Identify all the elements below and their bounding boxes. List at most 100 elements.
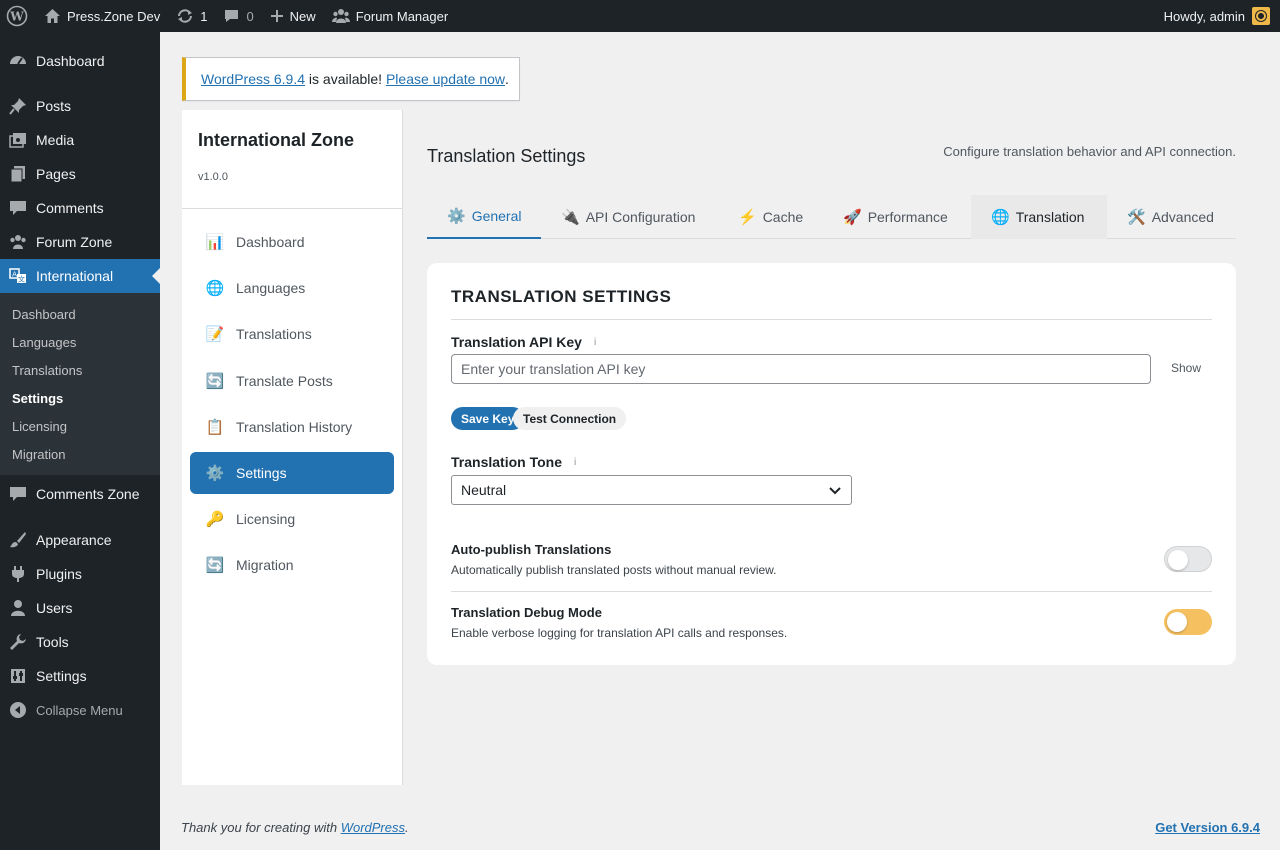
update-notice: WordPress 6.9.4 is available! Please upd… — [182, 57, 520, 101]
svg-text:A: A — [12, 271, 17, 279]
plugin-nav-label: Licensing — [236, 511, 296, 527]
plugin-nav-label: Translations — [236, 326, 312, 342]
plugin-nav-licensing[interactable]: 🔑 Licensing — [190, 498, 394, 540]
info-icon[interactable]: i — [594, 337, 596, 348]
my-account-link[interactable]: Howdy, admin — [1164, 7, 1280, 25]
tab-general[interactable]: ⚙️ General — [427, 195, 541, 239]
collapse-menu-button[interactable]: Collapse Menu — [0, 693, 160, 727]
plugin-brand: International Zone v1.0.0 — [182, 110, 402, 209]
pages-icon — [9, 165, 27, 183]
menu-international[interactable]: A文 International — [0, 259, 160, 293]
submenu-languages[interactable]: Languages — [0, 328, 160, 356]
menu-pages[interactable]: Pages — [0, 157, 160, 191]
menu-dashboard[interactable]: Dashboard — [0, 44, 160, 78]
menu-posts[interactable]: Posts — [0, 89, 160, 123]
brush-icon — [9, 531, 27, 549]
plugin-nav: International Zone v1.0.0 📊 Dashboard 🌐 … — [182, 110, 403, 785]
menu-forum-zone[interactable]: Forum Zone — [0, 225, 160, 259]
get-version-link[interactable]: Get Version 6.9.4 — [1155, 820, 1260, 835]
autopublish-row: Auto-publish Translations Automatically … — [451, 542, 1212, 577]
info-icon[interactable]: i — [574, 457, 576, 468]
tone-label-text: Translation Tone — [451, 454, 562, 470]
dashboard-icon — [9, 52, 27, 70]
tab-label: API Configuration — [585, 209, 696, 225]
notice-end: . — [505, 71, 509, 87]
site-name: Press.Zone Dev — [67, 8, 161, 24]
menu-label: Appearance — [36, 532, 112, 548]
update-now-link[interactable]: Please update now — [386, 71, 505, 87]
tab-label: Cache — [762, 209, 804, 225]
submenu-translations[interactable]: Translations — [0, 356, 160, 384]
translation-icon: A文 — [9, 267, 27, 285]
menu-appearance[interactable]: Appearance — [0, 523, 160, 557]
site-name-link[interactable]: Press.Zone Dev — [36, 0, 168, 32]
comments-link[interactable]: 0 — [215, 0, 261, 32]
autopublish-description: Automatically publish translated posts w… — [451, 563, 777, 577]
wordpress-logo-button[interactable]: W — [0, 0, 36, 32]
plugin-name: International Zone — [198, 130, 355, 150]
plugin-nav-dashboard[interactable]: 📊 Dashboard — [190, 221, 394, 263]
updates-count: 1 — [200, 8, 208, 24]
tab-translation[interactable]: 🌐 Translation — [971, 195, 1107, 239]
tab-cache[interactable]: ⚡ Cache — [718, 195, 823, 239]
plugin-nav-languages[interactable]: 🌐 Languages — [190, 267, 394, 309]
new-content-link[interactable]: New — [262, 0, 324, 32]
toggle-knob — [1167, 612, 1187, 632]
plugin-nav-label: Translation History — [236, 419, 353, 435]
tone-select[interactable]: Neutral — [451, 475, 852, 505]
debug-mode-toggle[interactable] — [1164, 609, 1212, 635]
pin-icon — [9, 97, 27, 115]
menu-comments[interactable]: Comments — [0, 191, 160, 225]
tab-advanced[interactable]: 🛠️ Advanced — [1107, 195, 1234, 239]
menu-media[interactable]: Media — [0, 123, 160, 157]
plugin-nav-label: Settings — [236, 465, 287, 481]
plug-icon: 🔌 — [561, 209, 580, 226]
api-key-input[interactable] — [451, 354, 1151, 384]
wordpress-version-link[interactable]: WordPress 6.9.4 — [201, 71, 305, 87]
globe-icon: 🌐 — [991, 209, 1010, 226]
test-connection-button[interactable]: Test Connection — [513, 407, 627, 430]
menu-label: Forum Zone — [36, 234, 113, 250]
submenu-settings[interactable]: Settings — [0, 384, 160, 412]
menu-label: Users — [36, 600, 73, 616]
settings-tabs: ⚙️ General 🔌 API Configuration ⚡ Cache 🚀… — [427, 195, 1236, 239]
card-heading: TRANSLATION SETTINGS — [451, 287, 1212, 320]
avatar — [1252, 7, 1270, 25]
menu-label: Plugins — [36, 566, 82, 582]
debug-mode-label: Translation Debug Mode — [451, 605, 602, 620]
menu-users[interactable]: Users — [0, 591, 160, 625]
page-title: Translation Settings — [427, 146, 586, 166]
submenu-migration[interactable]: Migration — [0, 440, 160, 468]
plugin-nav-translations[interactable]: 📝 Translations — [190, 313, 394, 355]
autopublish-toggle[interactable] — [1164, 546, 1212, 572]
plugin-nav-settings[interactable]: ⚙️ Settings — [190, 452, 394, 494]
menu-tools[interactable]: Tools — [0, 625, 160, 659]
plugin-nav-migration[interactable]: 🔄 Migration — [190, 544, 394, 586]
collapse-icon — [9, 701, 27, 719]
forum-manager-link[interactable]: Forum Manager — [324, 0, 456, 32]
tools-icon: 🛠️ — [1127, 209, 1146, 226]
plugin-nav-label: Migration — [236, 557, 294, 573]
groups-icon — [331, 8, 350, 24]
plugin-nav-translation-history[interactable]: 📋 Translation History — [190, 406, 394, 448]
svg-text:W: W — [9, 10, 24, 24]
plugin-version: v1.0.0 — [198, 171, 228, 183]
tab-performance[interactable]: 🚀 Performance — [823, 195, 968, 239]
updates-link[interactable]: 1 — [168, 0, 215, 32]
submenu-dashboard[interactable]: Dashboard — [0, 300, 160, 328]
show-key-button[interactable]: Show — [1171, 361, 1201, 375]
menu-settings[interactable]: Settings — [0, 659, 160, 693]
plugin-nav-translate-posts[interactable]: 🔄 Translate Posts — [190, 360, 394, 402]
submenu-licensing[interactable]: Licensing — [0, 412, 160, 440]
menu-comments-zone[interactable]: Comments Zone — [0, 477, 160, 511]
tab-label: Advanced — [1151, 209, 1214, 225]
tab-api-configuration[interactable]: 🔌 API Configuration — [541, 195, 715, 239]
wordpress-link[interactable]: WordPress — [341, 820, 405, 835]
menu-label: Media — [36, 132, 75, 148]
tab-label: Performance — [867, 209, 948, 225]
gear-icon: ⚙️ — [447, 208, 466, 225]
toggle-knob — [1168, 550, 1188, 570]
plugin-main: Translation Settings Configure translati… — [403, 110, 1258, 785]
tab-label: General — [471, 208, 522, 224]
menu-plugins[interactable]: Plugins — [0, 557, 160, 591]
